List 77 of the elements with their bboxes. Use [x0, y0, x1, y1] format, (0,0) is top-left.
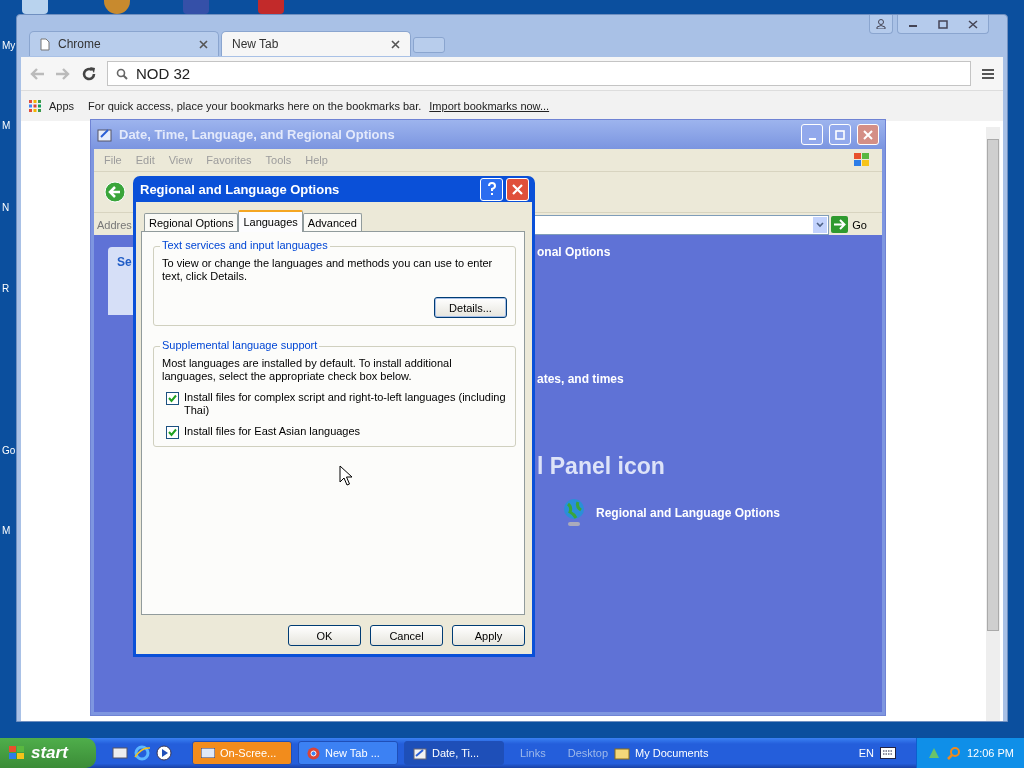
taskbar-button[interactable]: New Tab ...	[298, 741, 398, 765]
close-icon	[512, 183, 523, 195]
profile-button[interactable]	[869, 15, 893, 34]
dialog-title: Regional and Language Options	[140, 181, 341, 197]
dialog-button[interactable]: Apply	[452, 625, 525, 646]
my-documents-shortcut[interactable]: My Documents	[614, 746, 709, 760]
ie-icon[interactable]	[134, 745, 150, 761]
maximize-icon[interactable]	[938, 19, 948, 29]
apps-icon[interactable]	[29, 100, 41, 112]
dialog-tab[interactable]: Languages	[238, 210, 303, 232]
maximize-icon	[835, 129, 845, 140]
details-button[interactable]: Details...	[434, 297, 507, 318]
close-icon	[863, 129, 873, 140]
language-indicator[interactable]: EN	[858, 747, 874, 759]
search-icon	[116, 67, 128, 80]
close-icon[interactable]	[391, 39, 400, 49]
person-icon	[876, 19, 886, 29]
desktop-icon-label[interactable]: N	[2, 202, 10, 213]
folder-icon	[413, 746, 427, 760]
keyboard-icon	[201, 748, 215, 758]
desktop-icon-label[interactable]: Go	[2, 445, 16, 456]
folder-icon	[97, 127, 113, 142]
dropdown-icon[interactable]	[813, 216, 828, 233]
checkbox-label[interactable]: Install files for complex script and right-to-left languages (including Thai)	[184, 391, 507, 417]
go-button[interactable]: Go	[831, 216, 879, 233]
side-panel-title: Se	[117, 255, 132, 269]
desktop-icon[interactable]	[104, 0, 130, 14]
windows-logo-icon	[8, 745, 26, 761]
dialog-button[interactable]: Cancel	[370, 625, 443, 646]
pick-heading: l Panel icon	[537, 453, 665, 480]
dialog-button[interactable]: OK	[288, 625, 361, 646]
bookmarks-hint: For quick access, place your bookmarks here on the bookmarks bar.	[88, 100, 422, 112]
section-heading: onal Options	[537, 245, 611, 259]
maximize-button[interactable]	[829, 124, 851, 145]
minimize-icon	[808, 137, 816, 140]
keyboard-icon[interactable]	[879, 747, 896, 759]
checkbox[interactable]	[166, 392, 179, 405]
task-link[interactable]: ates, and times	[537, 372, 624, 386]
close-icon[interactable]	[968, 19, 978, 29]
folder-icon	[614, 746, 631, 760]
reload-icon[interactable]	[81, 65, 97, 82]
browser-tab[interactable]: Chrome	[29, 31, 219, 56]
desktop-show-icon[interactable]	[112, 746, 128, 760]
group-description: Most languages are installed by default. To install additional languages, select the appropriate check box below.	[162, 357, 453, 383]
question-icon	[486, 182, 497, 196]
dialog-tab[interactable]: Advanced	[302, 213, 362, 231]
windows-logo-icon	[852, 151, 872, 169]
clock: 12:06 PM	[966, 747, 1014, 759]
window-title: Date, Time, Language, and Regional Options	[119, 127, 395, 142]
group-legend: Text services and input languages	[160, 239, 330, 251]
help-button[interactable]	[480, 177, 503, 201]
mouse-cursor-icon	[339, 465, 353, 487]
close-button[interactable]	[506, 177, 529, 201]
media-player-icon[interactable]	[156, 745, 172, 761]
apps-link[interactable]: Apps	[49, 100, 75, 112]
arrow-icon	[831, 216, 849, 233]
desktop-icon-label[interactable]: M	[2, 120, 11, 131]
group-description: To view or change the languages and methods you can use to enter text, click Details.	[162, 257, 494, 283]
close-icon[interactable]	[199, 39, 208, 49]
taskbar-button[interactable]: Date, Ti...	[404, 741, 504, 765]
address-bar[interactable]: NOD 32	[107, 61, 971, 86]
browser-tab[interactable]: New Tab	[221, 31, 411, 56]
checkbox[interactable]	[166, 426, 179, 439]
browser-icon	[307, 746, 320, 760]
group-legend: Supplemental language support	[160, 339, 320, 351]
dialog-tab[interactable]: Regional Options	[144, 213, 239, 231]
desktop-icon-label[interactable]: My	[2, 40, 16, 51]
menu-icon[interactable]	[981, 67, 995, 80]
page-icon	[40, 37, 50, 51]
scrollbar[interactable]	[986, 127, 1000, 721]
desktop-icon-label[interactable]: R	[2, 283, 10, 294]
minimize-button[interactable]	[801, 124, 823, 145]
desktop-icon-label[interactable]: M	[2, 525, 11, 536]
import-bookmarks-link[interactable]: Import bookmarks now...	[429, 100, 550, 112]
checkbox-label[interactable]: Install files for East Asian languages	[184, 425, 361, 438]
category-link[interactable]: Regional and Language Options	[596, 506, 780, 520]
address-label: Addres	[97, 218, 132, 231]
